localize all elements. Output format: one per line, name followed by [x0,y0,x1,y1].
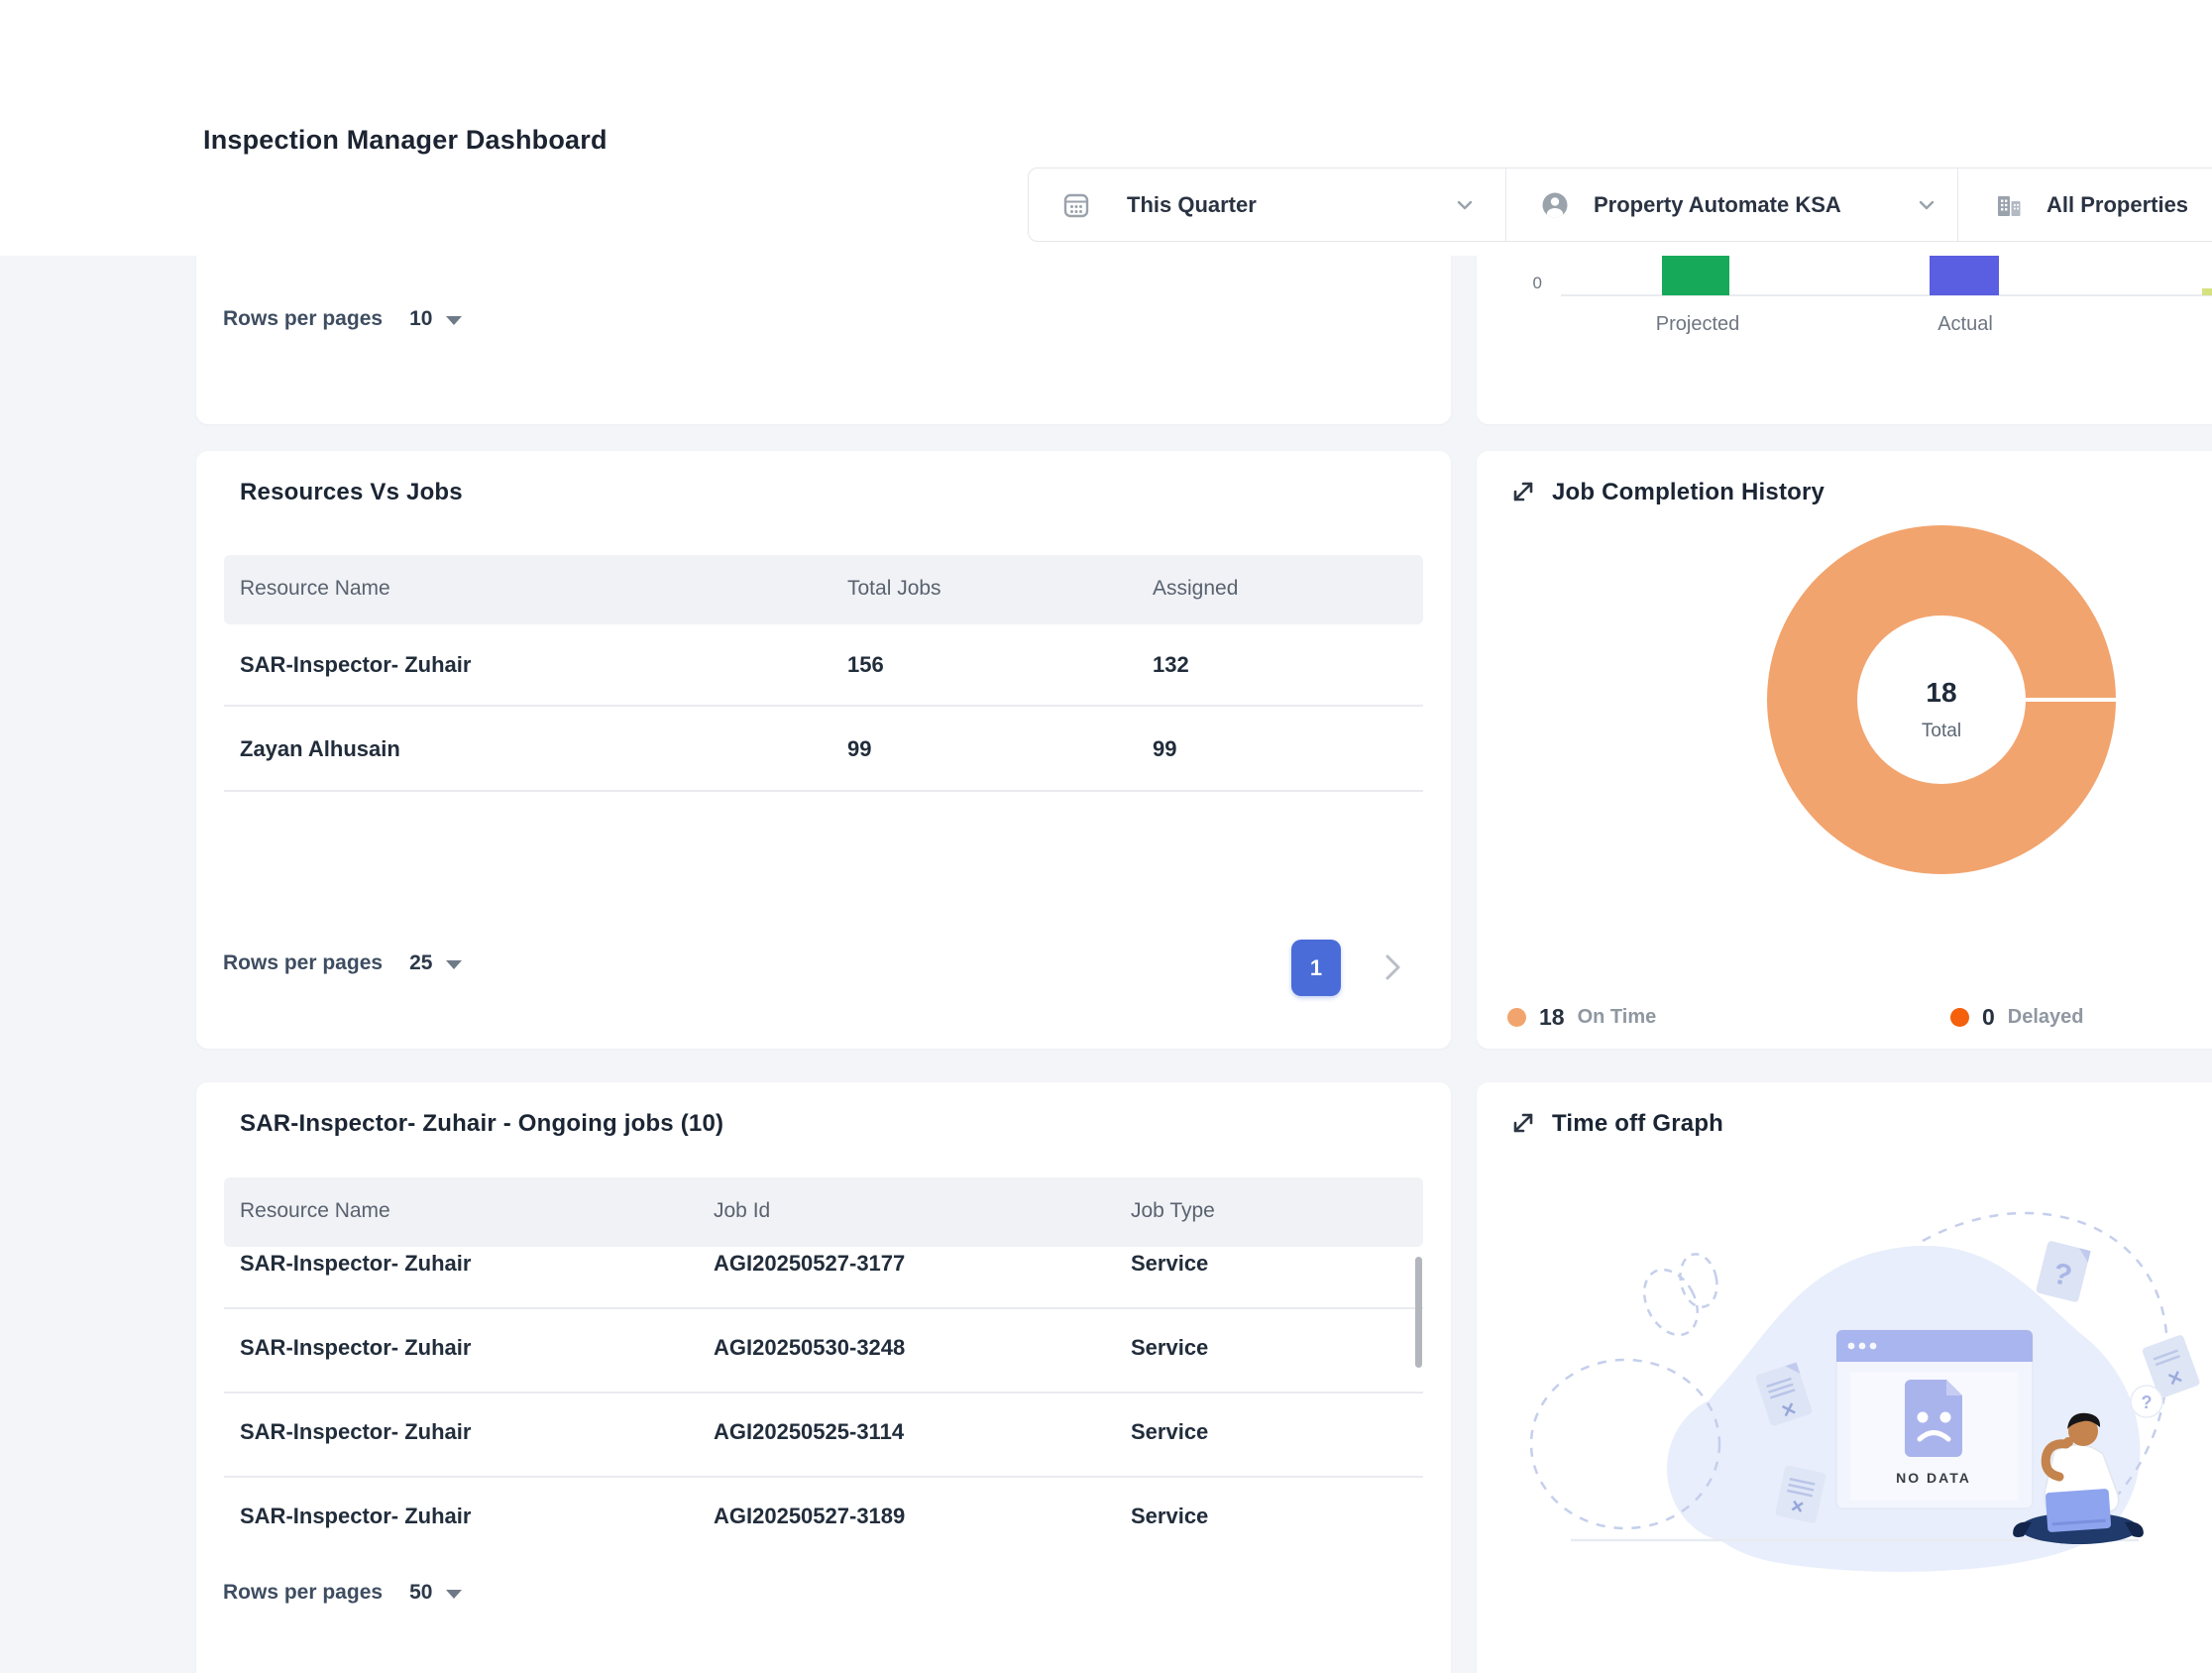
column-header-resource-name: Resource Name [240,1199,390,1223]
cell-total-jobs: 99 [847,736,871,762]
pagination-page-1-button[interactable]: 1 [1291,940,1341,996]
page-header: Inspection Manager Dashboard This Quarte… [0,0,2212,256]
donut-center-label: Total [1767,721,2116,742]
ongoing-jobs-card: SAR-Inspector- Zuhair - Ongoing jobs (10… [196,1082,1451,1673]
row-separator [224,1392,1423,1394]
cell-job-id: AGI20250525-3114 [714,1419,904,1445]
y-axis-tick: 0 [1516,274,1542,293]
rows-per-page-label: Rows per pages [223,1581,383,1605]
property-filter-dropdown[interactable]: All Properties [1958,168,2212,241]
no-data-text: NO DATA [1896,1470,1971,1486]
caret-down-icon [446,960,462,969]
sad-document-icon [1905,1380,1962,1457]
bar-projected [1662,256,1729,295]
donut-center-value: 18 [1767,677,2116,709]
resources-vs-jobs-card: Resources Vs Jobs Resource Name Total Jo… [196,451,1451,1049]
cell-job-type: Service [1131,1251,1208,1277]
legend-item-on-time: 18 On Time [1507,1004,1656,1031]
cell-resource-name: SAR-Inspector- Zuhair [240,1419,471,1445]
legend-dot-delayed [1950,1008,1969,1027]
cell-total-jobs: 156 [847,652,884,678]
row-separator [224,1307,1423,1309]
dashboard-screen: Inspection Manager Dashboard This Quarte… [0,0,2212,1673]
expand-icon[interactable] [1508,1108,1538,1138]
rows-per-page-value: 50 [409,1581,432,1605]
cell-resource-name: SAR-Inspector- Zuhair [240,1504,471,1529]
rows-per-page-select[interactable]: Rows per pages 10 [223,307,462,331]
card-title: Resources Vs Jobs [240,479,463,506]
cell-job-id: AGI20250527-3189 [714,1504,905,1529]
x-axis-line [1561,294,2212,296]
column-header-job-type: Job Type [1131,1199,1215,1223]
caret-down-icon [446,1590,462,1599]
projected-vs-actual-chart-card: 0 Projected Actual [1477,256,2212,424]
column-header-assigned: Assigned [1153,577,1238,601]
period-filter-label: This Quarter [1127,192,1257,218]
user-icon [1540,190,1570,220]
cell-job-type: Service [1131,1504,1208,1529]
legend-item-delayed: 0 Delayed [1950,1004,2084,1031]
legend-value: 18 [1539,1004,1565,1031]
cell-job-type: Service [1131,1335,1208,1361]
cell-resource-name: Zayan Alhusain [240,736,400,762]
x-axis-label-actual: Actual [1891,313,2040,336]
cell-assigned: 99 [1153,736,1176,762]
bar-actual [1930,256,1999,295]
cell-resource-name: SAR-Inspector- Zuhair [240,1251,471,1277]
x-axis-label-projected: Projected [1623,313,1772,336]
account-filter-label: Property Automate KSA [1594,192,1841,218]
building-icon [1993,190,2025,220]
pagination-next-button[interactable] [1378,948,1407,986]
table-scrollbar[interactable] [1415,1257,1422,1368]
cell-resource-name: SAR-Inspector- Zuhair [240,1335,471,1361]
property-filter-label: All Properties [2046,192,2188,218]
cell-job-id: AGI20250527-3177 [714,1251,905,1277]
caret-down-icon [446,316,462,325]
card-title: Time off Graph [1552,1110,1723,1138]
chevron-down-icon [1916,194,1937,216]
row-separator [224,790,1423,792]
filter-bar: This Quarter Property Automate KSA [1028,167,2212,242]
cell-job-type: Service [1131,1419,1208,1445]
card-title: SAR-Inspector- Zuhair - Ongoing jobs (10… [240,1110,723,1138]
svg-text:?: ? [2142,1393,2153,1412]
expand-icon[interactable] [1508,477,1538,506]
account-filter-dropdown[interactable]: Property Automate KSA [1505,168,1958,241]
cell-resource-name: SAR-Inspector- Zuhair [240,652,471,678]
row-separator [224,705,1423,707]
column-header-resource-name: Resource Name [240,577,390,601]
rows-per-page-label: Rows per pages [223,951,383,975]
time-off-graph-card: Time off Graph [1477,1082,2212,1673]
rows-per-page-label: Rows per pages [223,307,383,331]
rows-per-page-select[interactable]: Rows per pages 25 [223,951,462,975]
cell-job-id: AGI20250530-3248 [714,1335,905,1361]
no-data-illustration: ? [1477,1142,2212,1617]
legend-label: On Time [1578,1006,1657,1029]
column-header-job-id: Job Id [714,1199,770,1223]
column-header-total-jobs: Total Jobs [847,577,941,601]
bar-partial-third [2202,288,2212,295]
question-bubble: ? [2131,1386,2162,1417]
legend-label: Delayed [2008,1006,2084,1029]
page-title: Inspection Manager Dashboard [203,125,608,156]
row-separator [224,1476,1423,1478]
card-title: Job Completion History [1552,479,1825,506]
legend-dot-on-time [1507,1008,1526,1027]
table-header-row [224,1177,1423,1247]
cell-assigned: 132 [1153,652,1189,678]
rows-per-page-value: 10 [409,307,432,331]
rows-per-page-select[interactable]: Rows per pages 50 [223,1581,462,1605]
calendar-icon [1061,190,1091,220]
rows-per-page-value: 25 [409,951,432,975]
table-header-row [224,555,1423,624]
completion-donut-chart: 18 Total [1767,525,2116,874]
chevron-down-icon [1454,194,1476,216]
legend-value: 0 [1982,1004,1995,1031]
period-filter-dropdown[interactable]: This Quarter [1029,168,1505,241]
paper-question-icon: ? [2036,1240,2091,1302]
job-completion-history-card: Job Completion History 18 Total 18 On Ti… [1477,451,2212,1049]
jobs-preview-card: Rows per pages 10 [196,256,1451,424]
